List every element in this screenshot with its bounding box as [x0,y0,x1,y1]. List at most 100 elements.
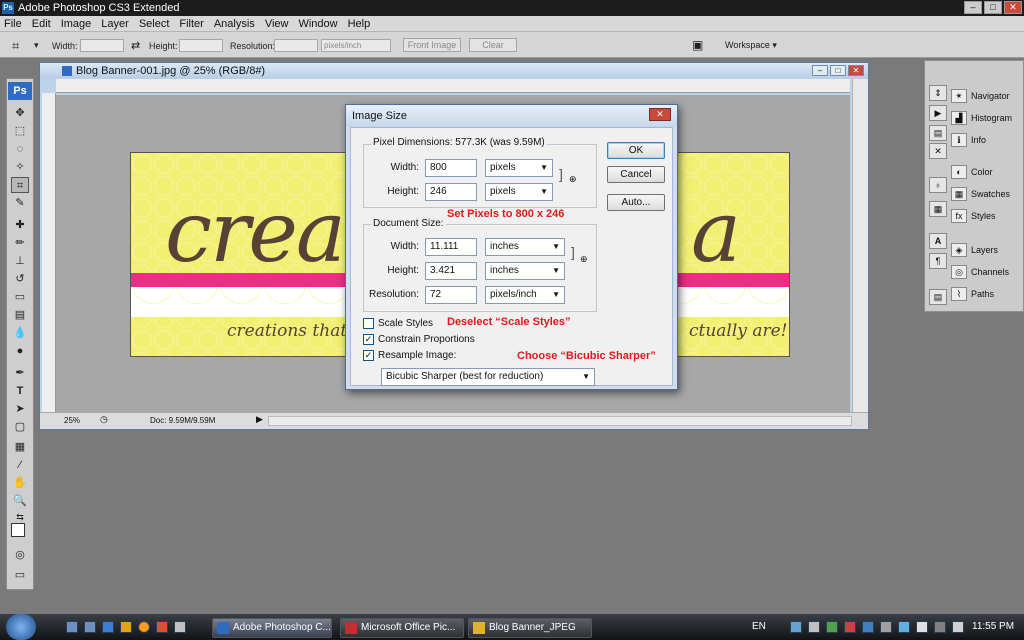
menu-analysis[interactable]: Analysis [214,18,255,30]
notes-tool-icon[interactable]: ▦ [11,439,29,455]
tray-volume-icon[interactable] [808,621,820,633]
pixel-height-unit-select[interactable]: pixels ▼ [485,183,553,201]
height-field[interactable] [179,39,223,52]
media-icon[interactable] [156,621,168,633]
brush-tool-icon[interactable]: ✏ [11,235,29,251]
menu-filter[interactable]: Filter [179,18,203,30]
doc-info[interactable]: Doc: 9.59M/9.59M [150,416,215,425]
menu-view[interactable]: View [265,18,289,30]
eraser-tool-icon[interactable]: ▭ [11,289,29,305]
clock[interactable]: 11:55 PM [972,621,1014,632]
menu-edit[interactable]: Edit [32,18,51,30]
hand-tool-icon[interactable]: ✋ [11,475,29,491]
resolution-units-select[interactable]: pixels/inch [321,39,391,52]
front-image-button[interactable]: Front Image [403,38,461,52]
tray-app-icon[interactable] [826,621,838,633]
path-selection-tool-icon[interactable]: ➤ [11,401,29,417]
zoom-tool-icon[interactable]: 🔍 [11,493,29,509]
paragraph-icon[interactable]: ¶ [929,253,947,269]
panel-styles[interactable]: fx Styles [951,209,996,223]
resolution-field[interactable]: 72 [425,286,477,304]
tray-volume2-icon[interactable] [952,621,964,633]
workspace-menu[interactable]: Workspace ▾ [725,40,777,51]
vertical-scrollbar[interactable] [852,79,868,412]
horizontal-scrollbar[interactable] [268,416,852,426]
show-desktop-icon[interactable] [66,621,78,633]
doc-width-field[interactable]: 11.111 [425,238,477,256]
clone-stamp-tool-icon[interactable]: ⊥ [11,253,29,269]
tray-misc-icon[interactable] [880,621,892,633]
firefox-icon[interactable] [138,621,150,633]
language-indicator[interactable]: EN [752,621,766,632]
switch-windows-icon[interactable] [84,621,96,633]
eyedropper2-tool-icon[interactable]: ⁄ [11,457,29,473]
pixel-width-field[interactable]: 800 [425,159,477,177]
marquee-tool-icon[interactable]: ⬚ [11,123,29,139]
panel-swatches[interactable]: ▦ Swatches [951,187,1010,201]
dialog-close-icon[interactable]: ✕ [649,108,671,121]
quicklaunch-more-icon[interactable] [174,621,186,633]
clear-button[interactable]: Clear [469,38,517,52]
resample-image-checkbox[interactable]: ✓ Resample Image: [363,350,456,361]
status-menu-arrow-icon[interactable]: ▶ [256,414,263,425]
brushes-icon[interactable]: ✕ [929,143,947,159]
history-icon[interactable]: ▤ [929,125,947,141]
cancel-button[interactable]: Cancel [607,166,665,183]
ie-icon[interactable] [102,621,114,633]
gradient-tool-icon[interactable]: ▤ [11,307,29,323]
folder-icon[interactable] [120,621,132,633]
type-tool-icon[interactable]: T [11,383,29,399]
tool-presets-icon[interactable]: ⇕ [929,85,947,101]
doc-width-unit-select[interactable]: inches ▼ [485,238,565,256]
panel-navigator[interactable]: ✴ Navigator [951,89,1010,103]
menu-help[interactable]: Help [348,18,371,30]
dodge-tool-icon[interactable]: ● [11,343,29,359]
zoom-level[interactable]: 25% [64,416,80,425]
doc-restore-icon[interactable]: □ [830,65,846,76]
close-icon[interactable]: ✕ [1004,1,1022,14]
scale-styles-checkbox[interactable]: Scale Styles [363,318,433,329]
doc-height-unit-select[interactable]: inches ▼ [485,262,565,280]
tray-network-icon[interactable] [790,621,802,633]
doc-close-icon[interactable]: ✕ [848,65,864,76]
screen-mode-icon[interactable]: ▭ [11,567,29,583]
clone-source-icon[interactable]: ♁ [929,177,947,193]
width-field[interactable] [80,39,124,52]
magic-wand-tool-icon[interactable]: ✧ [11,159,29,175]
swap-icon[interactable]: ⇄ [131,39,140,52]
ok-button[interactable]: OK [607,142,665,159]
tray-bluetooth-icon[interactable] [862,621,874,633]
menu-image[interactable]: Image [61,18,92,30]
tool-preset-dropdown-icon[interactable]: ▾ [34,40,39,51]
pen-tool-icon[interactable]: ✒ [11,365,29,381]
history-brush-tool-icon[interactable]: ↺ [11,271,29,287]
pixel-height-field[interactable]: 246 [425,183,477,201]
panel-paths[interactable]: ⌇ Paths [951,287,994,301]
taskbar-office-picture[interactable]: Microsoft Office Pic... [340,618,464,638]
menu-window[interactable]: Window [298,18,337,30]
panel-info[interactable]: ℹ Info [951,133,986,147]
menu-select[interactable]: Select [139,18,170,30]
pixel-width-unit-select[interactable]: pixels ▼ [485,159,553,177]
auto-button[interactable]: Auto... [607,194,665,211]
character-icon[interactable]: A [929,233,947,249]
taskbar-photoshop[interactable]: Adobe Photoshop C... [212,618,332,638]
maximize-icon[interactable]: □ [984,1,1002,14]
resolution-field[interactable] [274,39,318,52]
eyedropper-tool-icon[interactable]: ✎ [11,195,29,211]
move-tool-icon[interactable]: ✥ [11,105,29,121]
start-button-icon[interactable] [6,614,36,640]
menu-file[interactable]: File [4,18,22,30]
menu-layer[interactable]: Layer [101,18,129,30]
layer-comps-icon[interactable]: ▦ [929,201,947,217]
blur-tool-icon[interactable]: 💧 [11,325,29,341]
actions-icon[interactable]: ▶ [929,105,947,121]
notes-panel-icon[interactable]: ▤ [929,289,947,305]
tray-misc4-icon[interactable] [934,621,946,633]
doc-height-field[interactable]: 3.421 [425,262,477,280]
foreground-color-swatch[interactable] [11,523,25,537]
panel-channels[interactable]: ◎ Channels [951,265,1009,279]
shape-tool-icon[interactable]: ▢ [11,419,29,435]
crop-tool-icon[interactable]: ⌗ [12,38,19,54]
zoom-icon[interactable]: ◷ [100,414,108,425]
